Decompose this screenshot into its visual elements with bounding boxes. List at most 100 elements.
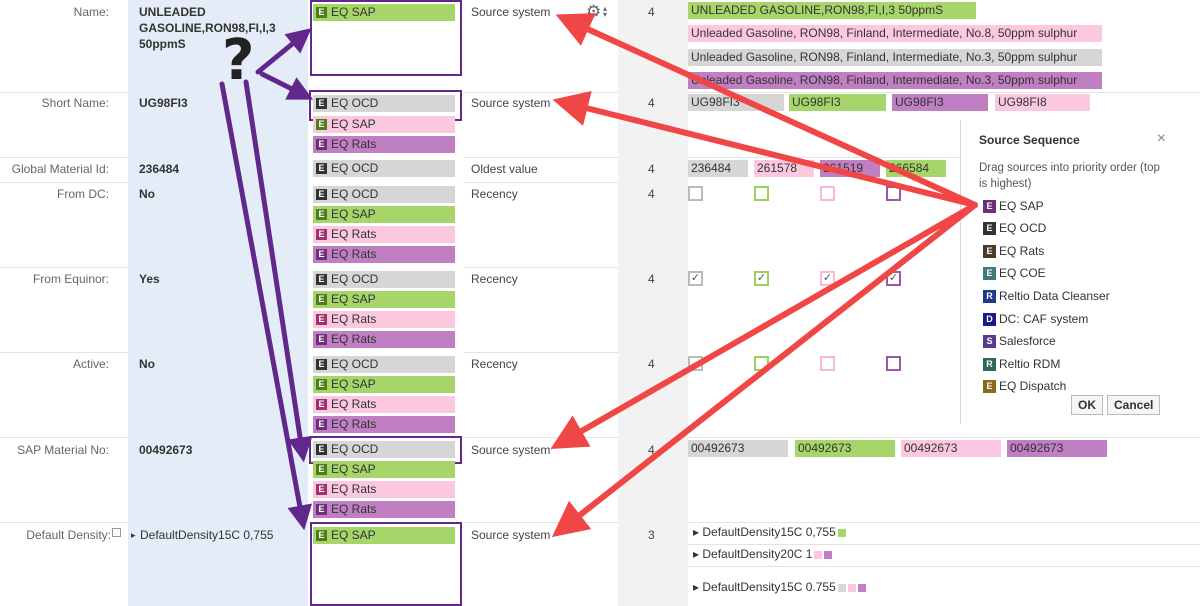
source-label: EQ SAP [331, 5, 376, 19]
nested-density-value[interactable]: ▸ DefaultDensity15C 0.755 [693, 580, 866, 594]
sequence-item-reltio-data-cleanser[interactable]: R Reltio Data Cleanser [983, 289, 1110, 305]
row-divider [688, 566, 1200, 567]
source-label: EQ Rats [331, 247, 377, 261]
source-eq-rats[interactable]: E EQ Rats [313, 331, 455, 348]
checkbox-checked[interactable]: ✓ [688, 271, 703, 286]
gear-icon[interactable]: ⚙ [586, 2, 601, 22]
sequence-item-eq-rats[interactable]: E EQ Rats [983, 244, 1044, 260]
candidate-value[interactable]: UNLEADED GASOLINE,RON98,FI,I,3 50ppmS [688, 2, 976, 19]
rule-default-density[interactable]: Source system [471, 528, 550, 542]
close-icon[interactable]: × [1157, 130, 1166, 148]
source-label: EQ OCD [331, 187, 379, 201]
rule-name[interactable]: Source system [471, 5, 550, 19]
checkbox-checked[interactable]: ✓ [886, 271, 901, 286]
candidate-value[interactable]: Unleaded Gasoline, RON98, Finland, Inter… [688, 25, 1102, 42]
source-eq-rats[interactable]: E EQ Rats [313, 501, 455, 518]
rule-from-equinor[interactable]: Recency [471, 272, 518, 286]
source-eq-rats[interactable]: E EQ Rats [313, 136, 455, 153]
attr-label-from-equinor: From Equinor: [32, 272, 109, 286]
rule-short-name[interactable]: Source system [471, 96, 550, 110]
attr-label-short-name: Short Name: [41, 96, 109, 110]
rule-active[interactable]: Recency [471, 357, 518, 371]
source-eq-sap[interactable]: E EQ SAP [313, 291, 455, 308]
sequence-item-dc-caf-system[interactable]: D DC: CAF system [983, 312, 1088, 328]
candidate-value[interactable]: UG98FI3 [688, 94, 784, 111]
candidate-value[interactable]: 261578 [754, 160, 814, 177]
checkbox[interactable] [886, 356, 901, 371]
sequence-item-eq-sap[interactable]: E EQ SAP [983, 199, 1044, 215]
candidate-value[interactable]: UG98FI3 [789, 94, 886, 111]
source-eq-ocd[interactable]: E EQ OCD [313, 271, 455, 288]
source-eq-rats[interactable]: E EQ Rats [313, 311, 455, 328]
candidate-value[interactable]: 00492673 [795, 440, 895, 457]
rule-from-dc[interactable]: Recency [471, 187, 518, 201]
candidate-value[interactable]: 00492673 [688, 440, 788, 457]
cancel-button[interactable]: Cancel [1107, 395, 1161, 415]
checkbox-checked[interactable]: ✓ [754, 271, 769, 286]
checkbox[interactable] [754, 186, 769, 201]
source-letter-icon: S [983, 335, 996, 348]
candidate-value[interactable]: 236484 [688, 160, 748, 177]
source-eq-rats[interactable]: E EQ Rats [313, 246, 455, 263]
source-eq-rats[interactable]: E EQ Rats [313, 396, 455, 413]
source-e-icon: E [316, 504, 327, 515]
source-label: EQ Rats [331, 137, 377, 151]
source-letter-icon: R [983, 358, 996, 371]
source-letter-icon: E [983, 380, 996, 393]
candidate-value[interactable]: UG98FI3 [892, 94, 988, 111]
rule-global-material-id[interactable]: Oldest value [471, 162, 538, 176]
candidate-value[interactable]: 00492673 [901, 440, 1001, 457]
source-swatch [847, 583, 856, 592]
density-info-icon[interactable] [112, 528, 121, 537]
sequence-item-reltio-rdm[interactable]: R Reltio RDM [983, 357, 1060, 373]
row-divider [0, 182, 128, 183]
candidate-value[interactable]: 266584 [886, 160, 946, 177]
source-count: 4 [648, 162, 655, 176]
checkbox[interactable] [754, 356, 769, 371]
row-divider [0, 437, 128, 438]
source-label: EQ Rats [331, 227, 377, 241]
checkbox[interactable] [688, 186, 703, 201]
ok-button[interactable]: OK [1071, 395, 1103, 415]
rule-sap-material-no[interactable]: Source system [471, 443, 550, 457]
attr-value-global-material-id: 236484 [139, 162, 180, 176]
source-eq-sap[interactable]: E EQ SAP [313, 461, 455, 478]
sequence-item-eq-ocd[interactable]: E EQ OCD [983, 221, 1046, 237]
sequence-item-eq-dispatch[interactable]: E EQ Dispatch [983, 379, 1066, 395]
candidate-value[interactable]: Unleaded Gasoline, RON98, Finland, Inter… [688, 49, 1102, 66]
candidate-value[interactable]: UG98FI8 [995, 94, 1090, 111]
source-eq-sap[interactable]: E EQ SAP [313, 527, 455, 544]
row-divider [463, 92, 618, 93]
row-divider [0, 157, 128, 158]
candidate-value[interactable]: Unleaded Gasoline, RON98, Finland, Inter… [688, 72, 1102, 89]
source-eq-rats[interactable]: E EQ Rats [313, 416, 455, 433]
source-eq-ocd[interactable]: E EQ OCD [313, 160, 455, 177]
source-letter-icon: D [983, 313, 996, 326]
source-eq-sap[interactable]: E EQ SAP [313, 116, 455, 133]
checkbox-checked[interactable]: ✓ [820, 271, 835, 286]
source-label: EQ OCD [331, 161, 379, 175]
source-eq-sap[interactable]: E EQ SAP [313, 4, 455, 21]
source-e-icon: E [316, 294, 327, 305]
source-eq-sap[interactable]: E EQ SAP [313, 206, 455, 223]
source-eq-ocd[interactable]: E EQ OCD [313, 356, 455, 373]
source-eq-rats[interactable]: E EQ Rats [313, 226, 455, 243]
checkbox[interactable] [688, 356, 703, 371]
candidate-value[interactable]: 00492673 [1007, 440, 1107, 457]
checkbox[interactable] [886, 186, 901, 201]
source-e-icon: E [316, 419, 327, 430]
source-e-icon: E [316, 379, 327, 390]
sort-caret-icon[interactable]: ▴ ▾ [603, 5, 607, 19]
expand-caret-icon[interactable]: ▸ [131, 530, 136, 541]
checkbox[interactable] [820, 356, 835, 371]
nested-density-value[interactable]: ▸ DefaultDensity15C 0,755 [693, 525, 846, 539]
checkbox[interactable] [820, 186, 835, 201]
sequence-item-eq-coe[interactable]: E EQ COE [983, 266, 1046, 282]
source-eq-rats[interactable]: E EQ Rats [313, 481, 455, 498]
sequence-item-salesforce[interactable]: S Salesforce [983, 334, 1056, 350]
source-eq-sap[interactable]: E EQ SAP [313, 376, 455, 393]
candidate-value[interactable]: 261519 [820, 160, 880, 177]
nested-density-value[interactable]: ▸ DefaultDensity20C 1 [693, 547, 833, 561]
row-divider [0, 522, 128, 523]
source-eq-ocd[interactable]: E EQ OCD [313, 186, 455, 203]
